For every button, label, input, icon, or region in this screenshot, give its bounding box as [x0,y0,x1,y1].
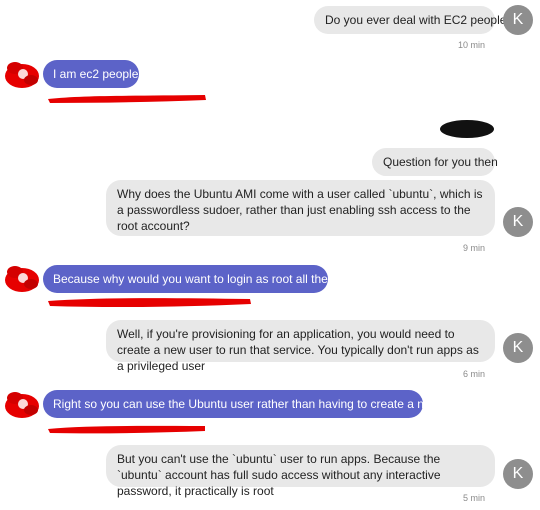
message-incoming: I am ec2 people [43,60,139,88]
user-avatar-k[interactable]: K [503,333,533,363]
redaction-scribble [48,425,205,434]
message-text: Because why would you want to login as r… [53,272,354,286]
redaction-scribble [48,95,206,103]
timestamp: 9 min [462,243,485,253]
redacted-avatar-icon[interactable] [3,390,41,420]
redacted-avatar-icon[interactable] [3,60,41,90]
timestamp: 6 min [462,369,485,379]
timestamp: 10 min [457,40,485,50]
user-avatar-k[interactable]: K [503,207,533,237]
avatar-letter: K [512,11,524,28]
message-text: I am ec2 people [53,67,139,81]
avatar-letter: K [512,339,524,356]
message-text: Why does the Ubuntu AMI come with a user… [117,187,483,233]
message-outgoing: Why does the Ubuntu AMI come with a user… [106,180,495,236]
redacted-avatar-icon[interactable] [3,264,41,294]
message-text: Do you ever deal with EC2 people? [325,13,514,27]
message-text: Right so you can use the Ubuntu user rat… [53,397,466,411]
redaction-black [440,120,494,138]
message-outgoing: Do you ever deal with EC2 people? [314,6,513,34]
message-outgoing: But you can't use the `ubuntu` user to r… [106,445,495,498]
redaction-scribble [48,298,251,308]
message-text: But you can't use the `ubuntu` user to r… [117,452,441,498]
avatar-letter: K [512,465,524,482]
message-outgoing: Well, if you're provisioning for an appl… [106,320,495,373]
user-avatar-k[interactable]: K [503,5,533,35]
message-text: Question for you then [383,155,498,169]
message-incoming: Right so you can use the Ubuntu user rat… [43,390,466,418]
message-outgoing: Question for you then [372,148,498,176]
message-incoming: Because why would you want to login as r… [43,265,354,293]
avatar-letter: K [512,213,524,230]
message-text: Well, if you're provisioning for an appl… [117,327,479,373]
timestamp: 5 min [462,493,485,503]
user-avatar-k[interactable]: K [503,459,533,489]
